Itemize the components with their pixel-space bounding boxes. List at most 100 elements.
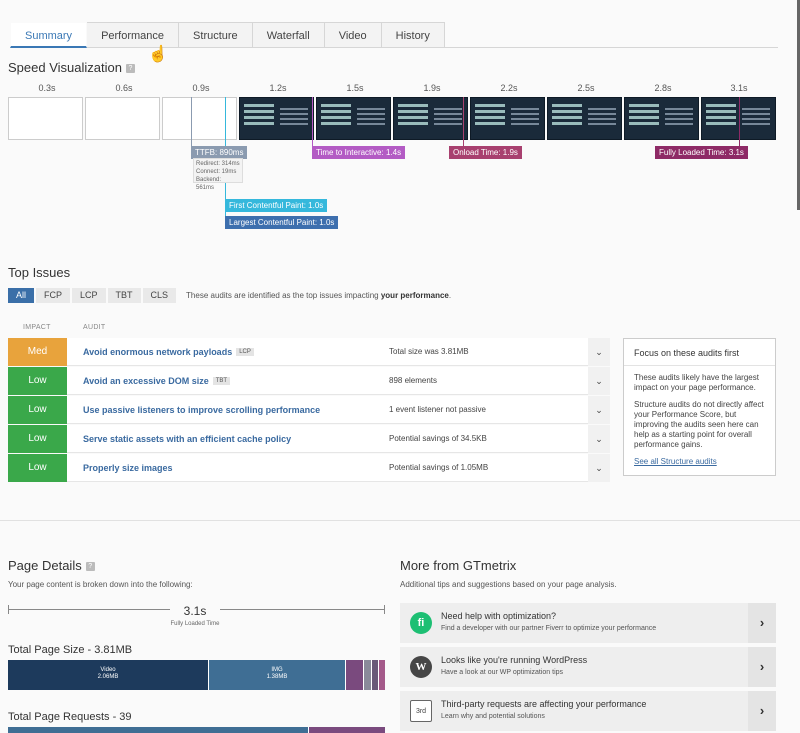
audit-name[interactable]: Serve static assets with an efficient ca… [83,434,291,444]
filter-cls[interactable]: CLS [142,288,177,303]
size-segment[interactable] [345,660,363,690]
tab-structure[interactable]: Structure [179,22,253,48]
chevron-right-icon[interactable]: › [748,647,776,687]
tab-waterfall[interactable]: Waterfall [252,22,325,48]
third-party-icon: 3rd [410,700,432,722]
audit-value: 898 elements [389,376,438,385]
audit-value: Potential savings of 1.05MB [389,463,489,472]
help-icon[interactable]: ? [85,562,95,572]
audit-name[interactable]: Use passive listeners to improve scrolli… [83,405,320,415]
focus-panel-text: These audits likely have the largest imp… [634,373,759,392]
filmstrip-frame[interactable] [85,97,160,140]
tick-label: 1.9s [423,83,441,93]
filmstrip-frame[interactable] [470,97,545,140]
audit-value: Potential savings of 34.5KB [389,434,487,443]
fully-loaded-value: 3.1s [170,604,220,618]
request-segment[interactable] [308,727,385,733]
tick-label: 2.2s [500,83,518,93]
filmstrip-frame[interactable] [316,97,391,140]
tip-third-party[interactable]: 3rd Third-party requests are affecting y… [400,691,776,731]
fully-loaded-label: Fully Loaded Time [170,621,220,627]
audit-name[interactable]: Properly size images [83,463,173,473]
impact-badge: Med [8,337,67,366]
speed-visualization-label: Speed Visualization [8,60,122,75]
size-segment[interactable] [371,660,378,690]
filmstrip-frame[interactable] [8,97,83,140]
page-details-label: Page Details [8,558,82,573]
filmstrip-frame[interactable] [393,97,468,140]
chevron-down-icon[interactable]: ⌄ [588,395,610,424]
audit-row[interactable]: Low Use passive listeners to improve scr… [8,395,610,424]
size-segment[interactable] [363,660,371,690]
segment-value: 2.06MB [97,674,119,680]
filter-note-bold: your performance [380,291,449,300]
speed-visualization-title: Speed Visualization? [8,60,135,75]
size-segment-video[interactable]: Video 2.06MB [8,660,208,690]
size-segment[interactable] [378,660,385,690]
tab-history[interactable]: History [381,22,445,48]
chevron-right-icon[interactable]: › [748,691,776,731]
ttfb-detail: Redirect: 314ms Connect: 19ms Backend: 5… [193,158,243,191]
page-details-subtitle: Your page content is broken down into th… [8,580,193,589]
chevron-down-icon[interactable]: ⌄ [588,366,610,395]
fully-loaded-marker: Fully Loaded Time: 3.1s [655,146,748,159]
request-segment[interactable] [8,727,308,733]
section-divider [0,520,800,521]
filter-all[interactable]: All [8,288,35,303]
segment-label: Video [100,667,116,673]
audit-value: 1 event listener not passive [389,405,486,414]
tick-label: 2.5s [577,83,595,93]
chevron-down-icon[interactable]: ⌄ [588,453,610,482]
filmstrip-frame[interactable] [547,97,622,140]
tti-marker-line [312,97,313,147]
tab-summary[interactable]: Summary [10,22,88,48]
audit-row[interactable]: Low Avoid an excessive DOM size TBT 898 e… [8,366,610,395]
page-requests-bar [8,727,385,733]
audit-name[interactable]: Avoid enormous network payloads LCP [83,347,254,357]
impact-badge: Low [8,453,67,482]
impact-column-header: IMPACT [23,324,51,331]
filter-fcp[interactable]: FCP [36,288,71,303]
tip-subtitle: Find a developer with our partner Fiverr… [441,625,657,632]
filter-note: These audits are identified as the top i… [186,291,451,300]
more-from-gtmetrix-title: More from GTmetrix [400,558,517,573]
chevron-down-icon[interactable]: ⌄ [588,337,610,366]
more-subtitle: Additional tips and suggestions based on… [400,580,617,589]
tip-subtitle: Learn why and potential solutions [441,713,545,720]
see-all-structure-audits-link[interactable]: See all Structure audits [634,457,765,466]
fully-loaded-marker-line [739,97,740,147]
audit-row[interactable]: Low Properly size images Potential savin… [8,453,610,482]
tip-fiverr[interactable]: fi Need help with optimization? Find a d… [400,603,776,643]
tick-label: 0.6s [115,83,133,93]
impact-badge: Low [8,366,67,395]
audit-row[interactable]: Low Serve static assets with an efficien… [8,424,610,453]
filmstrip-frame[interactable] [239,97,314,140]
help-icon[interactable]: ? [125,64,135,74]
tick-label: 3.1s [730,83,748,93]
total-page-size-title: Total Page Size - 3.81MB [8,644,133,656]
filter-tbt[interactable]: TBT [107,288,141,303]
tti-marker: Time to Interactive: 1.4s [312,146,406,159]
filter-lcp[interactable]: LCP [72,288,106,303]
audit-row[interactable]: Med Avoid enormous network payloads LCP T… [8,337,610,366]
audit-value: Total size was 3.81MB [389,347,469,356]
wordpress-logo-icon: W [410,656,432,678]
impact-badge: Low [8,395,67,424]
chevron-down-icon[interactable]: ⌄ [588,424,610,453]
ttfb-redirect: Redirect: 314ms [196,161,240,167]
issue-filters: All FCP LCP TBT CLS These audits are ide… [8,288,451,303]
focus-audits-panel: Focus on these audits first These audits… [623,338,776,476]
segment-value: 1.38MB [266,674,288,680]
onload-marker-line [463,97,464,147]
tip-wordpress[interactable]: W Looks like you're running WordPress Ha… [400,647,776,687]
tip-subtitle: Have a look at our WP optimization tips [441,669,564,676]
size-segment-img[interactable]: IMG 1.38MB [208,660,345,690]
fcp-marker: First Contentful Paint: 1.0s [225,199,328,212]
tick-label: 0.3s [38,83,56,93]
tab-video[interactable]: Video [324,22,382,48]
filmstrip-frame[interactable] [624,97,699,140]
onload-marker: Onload Time: 1.9s [449,146,522,159]
audit-name-text: Avoid an excessive DOM size [83,375,209,386]
audit-name[interactable]: Avoid an excessive DOM size TBT [83,375,231,386]
chevron-right-icon[interactable]: › [748,603,776,643]
